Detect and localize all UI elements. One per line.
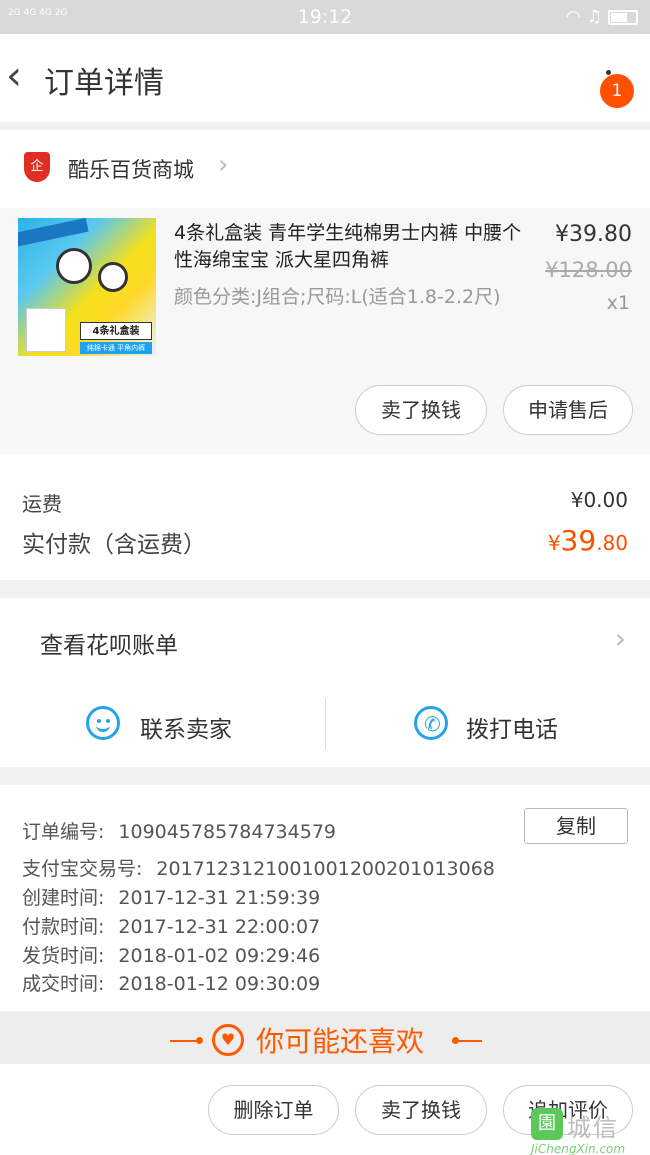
contact-seller-button[interactable]: 联系卖家 <box>0 682 325 767</box>
completed-time-row: 成交时间: 2018-01-12 09:30:09 <box>22 973 321 995</box>
product-spec: 颜色分类:J组合;尺码:L(适合1.8-2.2尺) <box>174 286 501 308</box>
status-icons: ◠♫ <box>566 7 638 27</box>
recommend-title: 你可能还喜欢 <box>256 1025 425 1058</box>
back-icon[interactable]: ‹ <box>6 54 36 98</box>
huabei-label: 查看花呗账单 <box>40 633 178 659</box>
mute-bell-icon: ♫ <box>586 7 608 27</box>
shop-row[interactable]: 企 酷乐百货商城 › <box>0 130 650 208</box>
call-phone-label: 拨打电话 <box>466 717 558 743</box>
status-bar: 2G 4G 4G 2G 19:12 ◠♫ <box>0 0 650 34</box>
product-quantity: x1 <box>606 292 630 314</box>
product-title[interactable]: 4条礼盒装 青年学生纯棉男士内裤 中腰个性海绵宝宝 派大星四角裤 <box>174 220 526 274</box>
chevron-right-icon: › <box>614 622 626 655</box>
recommend-header: ♥ 你可能还喜欢 <box>0 1012 650 1064</box>
phone-icon: ✆ <box>414 706 448 740</box>
shop-logo-icon: 企 <box>24 152 50 182</box>
watermark: 園 城信 JiChengXin.com <box>531 1108 650 1155</box>
notification-badge: 1 <box>600 74 634 108</box>
chevron-right-icon: › <box>218 150 229 180</box>
chat-face-icon <box>86 706 120 740</box>
order-info: 订单编号: 109045785784734579 复制 支付宝交易号: 201712… <box>0 785 650 1011</box>
headset-icon: ◠ <box>565 7 587 27</box>
shipped-time-row: 发货时间: 2018-01-02 09:29:46 <box>22 945 321 967</box>
order-number-row: 订单编号: 109045785784734579 <box>22 821 336 843</box>
total-label: 实付款（含运费） <box>22 532 206 558</box>
copy-button[interactable]: 复制 <box>524 808 628 844</box>
image-tag: 4条礼盒装 <box>80 322 152 340</box>
call-phone-button[interactable]: ✆ 拨打电话 <box>326 682 650 767</box>
watermark-url: JiChengXin.com <box>531 1142 626 1155</box>
product-price: ¥39.80 <box>555 222 632 247</box>
fee-summary: 运费 ¥0.00 实付款（含运费） ¥39.80 <box>0 454 650 580</box>
watermark-text: 城信 <box>567 1114 619 1142</box>
total-value: ¥39.80 <box>547 524 628 557</box>
order-item: 4条礼盒装 纯棉卡通 平角内裤 4条礼盒装 青年学生纯棉男士内裤 中腰个性海绵宝… <box>0 208 650 454</box>
delete-order-button[interactable]: 删除订单 <box>208 1085 339 1135</box>
paid-time-row: 付款时间: 2017-12-31 22:00:07 <box>22 916 321 938</box>
created-time-row: 创建时间: 2017-12-31 21:59:39 <box>22 887 321 909</box>
sell-button[interactable]: 卖了换钱 <box>355 385 487 435</box>
contact-seller-label: 联系卖家 <box>140 717 232 743</box>
huabei-bill-row[interactable]: 查看花呗账单 › <box>0 598 650 682</box>
shipping-label: 运费 <box>22 492 62 516</box>
battery-icon <box>608 9 638 25</box>
page-title: 订单详情 <box>44 66 164 101</box>
watermark-logo-icon: 園 <box>531 1108 563 1140</box>
image-tag-sub: 纯棉卡通 平角内裤 <box>80 342 152 354</box>
heart-icon: ♥ <box>212 1024 244 1056</box>
contact-bar: 联系卖家 ✆ 拨打电话 <box>0 682 650 767</box>
after-sale-button[interactable]: 申请售后 <box>503 385 633 435</box>
alipay-trade-row: 支付宝交易号: 2017123121001001200201013068 <box>22 858 495 880</box>
nav-bar: ‹ 订单详情 1 <box>0 34 650 122</box>
status-time: 19:12 <box>297 6 353 28</box>
product-image[interactable]: 4条礼盒装 纯棉卡通 平角内裤 <box>18 218 156 356</box>
product-original-price: ¥128.00 <box>545 258 632 282</box>
shop-name[interactable]: 酷乐百货商城 <box>68 154 194 184</box>
shipping-value: ¥0.00 <box>570 488 628 512</box>
sell-button-bottom[interactable]: 卖了换钱 <box>355 1085 487 1135</box>
